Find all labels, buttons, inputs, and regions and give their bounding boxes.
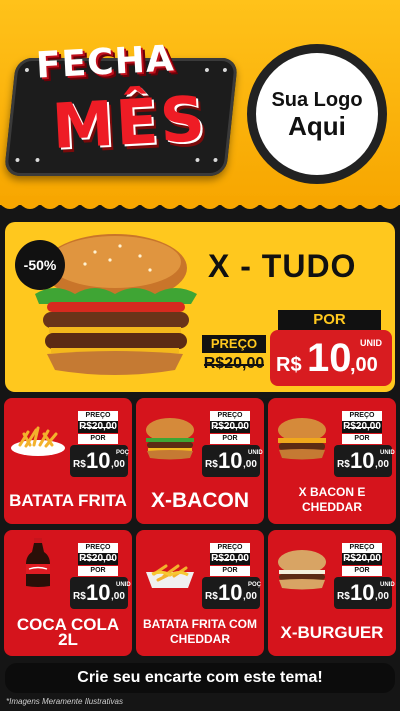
old-price: R$20,00 xyxy=(78,553,118,565)
product-name: BATATA FRITA xyxy=(9,490,127,510)
por-label: POR xyxy=(342,566,382,576)
unit-label: UNID xyxy=(380,582,395,588)
hero-old-price: R$20,00 xyxy=(202,353,266,375)
price-decimal: ,00 xyxy=(375,459,389,470)
product-card[interactable]: PREÇO R$20,00 POR R$ 10 ,00 UNID X BACON… xyxy=(268,398,396,524)
price-tag: R$ 10 ,00 UNID xyxy=(202,445,263,477)
hero-currency: R$ xyxy=(276,354,302,376)
product-name: COCA COLA 2L xyxy=(16,615,120,649)
product-name: BATATA FRITA COM CHEDDAR xyxy=(143,617,257,646)
old-price: R$20,00 xyxy=(210,421,250,433)
logo-text-line2: Aqui xyxy=(288,110,346,141)
currency: R$ xyxy=(337,459,350,470)
header-banner: FECHA MÊS Sua Logo Aqui xyxy=(0,0,400,209)
price-integer: 10 xyxy=(350,580,375,605)
product-card[interactable]: PREÇO R$20,00 POR R$ 10 ,00 UNID X-BACON xyxy=(136,398,264,524)
logo-text-line1: Sua Logo xyxy=(271,88,363,111)
product-name: X BACON E CHEDDAR xyxy=(298,485,366,514)
cta-button[interactable]: Crie seu encarte com este tema! xyxy=(5,663,395,693)
burger-icon xyxy=(146,418,194,460)
price-integer: 10 xyxy=(218,580,243,605)
preco-label: PREÇO xyxy=(78,411,118,421)
por-label: POR xyxy=(342,434,382,444)
currency: R$ xyxy=(205,591,218,602)
hero-old-price-box: PREÇO R$20,00 xyxy=(202,335,266,377)
preco-label: PREÇO xyxy=(342,543,382,553)
hero-preco-label: PREÇO xyxy=(202,335,266,353)
old-price: R$20,00 xyxy=(342,421,382,433)
price-integer: 10 xyxy=(86,448,111,473)
product-card[interactable]: PREÇO R$20,00 POR R$ 10 ,00 POÇ BATATA F… xyxy=(4,398,132,524)
unit-label: UNID xyxy=(116,582,131,588)
old-price: R$20,00 xyxy=(210,553,250,565)
price-decimal: ,00 xyxy=(111,459,125,470)
currency: R$ xyxy=(73,459,86,470)
unit-label: POÇ xyxy=(248,582,262,588)
product-card[interactable]: PREÇO R$20,00 POR R$ 10 ,00 UNID X-BURGU… xyxy=(268,530,396,656)
featured-product-card[interactable]: -50% X - TUDO POR PREÇO R$20,00 R$ 10 ,0… xyxy=(5,222,395,392)
wave-divider xyxy=(0,196,400,209)
price-decimal: ,00 xyxy=(243,459,257,470)
hero-price-decimal: ,00 xyxy=(350,354,378,376)
hero-por-label: POR xyxy=(278,310,381,330)
currency: R$ xyxy=(205,459,218,470)
unit-label: UNID xyxy=(248,450,263,456)
preco-label: PREÇO xyxy=(342,411,382,421)
hero-unit: UNID xyxy=(360,338,382,348)
disclaimer-text: *Imagens Meramente Ilustrativas xyxy=(6,697,123,706)
product-name: X-BURGUER xyxy=(280,622,384,642)
badge-title-top: FECHA xyxy=(35,38,176,87)
price-tag: R$ 10 ,00 POÇ xyxy=(202,577,262,609)
fries-icon xyxy=(146,564,194,588)
price-integer: 10 xyxy=(350,448,375,473)
price-tag: R$ 10 ,00 UNID xyxy=(334,445,395,477)
por-label: POR xyxy=(78,434,118,444)
currency: R$ xyxy=(73,591,86,602)
price-decimal: ,00 xyxy=(243,591,257,602)
unit-label: UNID xyxy=(380,450,395,456)
price-decimal: ,00 xyxy=(111,591,125,602)
price-integer: 10 xyxy=(218,448,243,473)
currency: R$ xyxy=(337,591,350,602)
product-name: X-BACON xyxy=(151,488,249,512)
hero-product-name: X - TUDO xyxy=(208,248,357,284)
por-label: POR xyxy=(210,434,250,444)
logo-placeholder[interactable]: Sua Logo Aqui xyxy=(247,44,387,184)
price-decimal: ,00 xyxy=(375,591,389,602)
preco-label: PREÇO xyxy=(78,543,118,553)
price-tag: R$ 10 ,00 UNID xyxy=(334,577,395,609)
price-tag: R$ 10 ,00 UNID xyxy=(70,577,131,609)
fries-icon xyxy=(11,426,65,456)
price-integer: 10 xyxy=(86,580,111,605)
old-price: R$20,00 xyxy=(78,421,118,433)
product-card[interactable]: PREÇO R$20,00 POR R$ 10 ,00 POÇ BATATA F… xyxy=(136,530,264,656)
product-card[interactable]: PREÇO R$20,00 POR R$ 10 ,00 UNID COCA CO… xyxy=(4,530,132,656)
hero-price-integer: 10 xyxy=(307,336,352,380)
hero-price-tag: R$ 10 ,00 UNID xyxy=(270,330,392,386)
por-label: POR xyxy=(210,566,250,576)
badge-title-main: MÊS xyxy=(50,82,209,163)
price-tag: R$ 10 ,00 POÇ xyxy=(70,445,130,477)
burger-icon xyxy=(278,550,326,590)
preco-label: PREÇO xyxy=(210,411,250,421)
old-price: R$20,00 xyxy=(342,553,382,565)
burger-icon xyxy=(278,418,326,460)
por-label: POR xyxy=(78,566,118,576)
soda-bottle-icon xyxy=(26,538,50,587)
discount-badge: -50% xyxy=(15,240,65,290)
unit-label: POÇ xyxy=(116,450,130,456)
preco-label: PREÇO xyxy=(210,543,250,553)
promo-badge: FECHA MÊS xyxy=(3,38,239,190)
